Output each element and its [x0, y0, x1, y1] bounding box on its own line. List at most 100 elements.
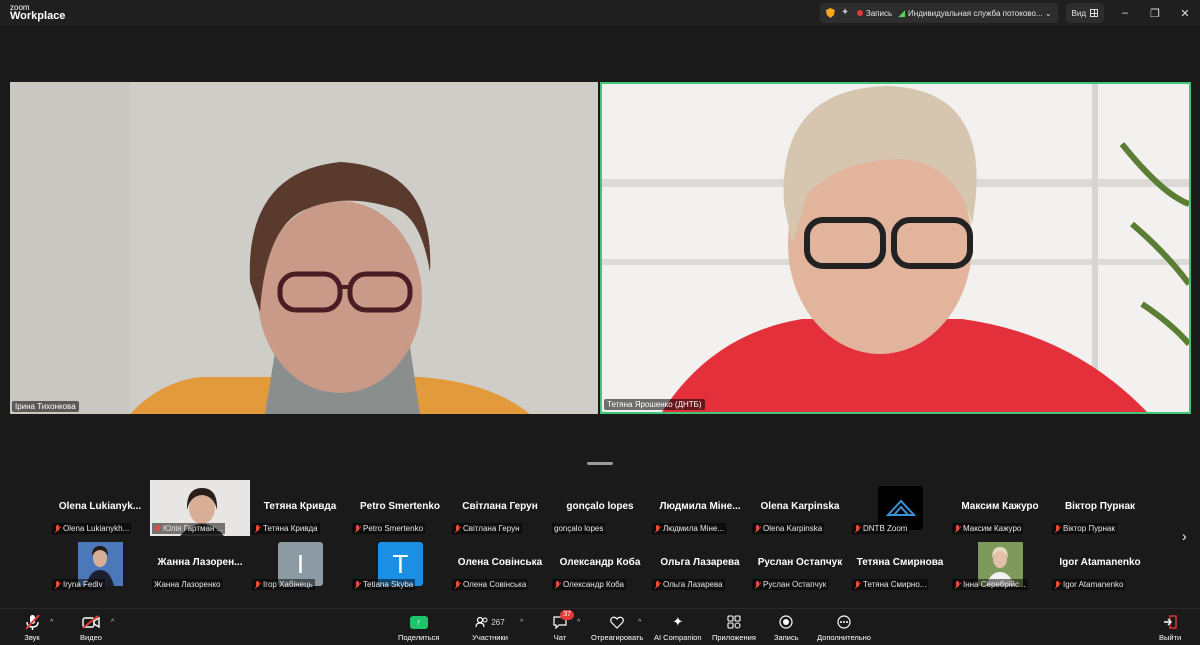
gallery-tile[interactable]: Petro Smertenko Petro Smertenko [350, 480, 450, 536]
share-label: Поделиться [398, 633, 440, 642]
recording-label: Запись [865, 8, 893, 18]
tile-small-name: Olena Lukianykh... [52, 523, 132, 534]
tile-big-name: Тетяна Кривда [263, 501, 337, 512]
tile-name-text: gonçalo lopes [554, 524, 604, 533]
record-icon [776, 613, 796, 631]
tile-name-text: Олена Совінська [463, 580, 527, 589]
audio-options-chevron-up-icon[interactable]: ^ [50, 619, 53, 626]
chat-icon: 37 [550, 610, 574, 631]
participants-icon: 267 [472, 613, 508, 631]
participants-options-chevron-up-icon[interactable]: ^ [520, 619, 523, 626]
ai-sparkle-icon: ✦ [672, 614, 684, 629]
participant-video-right-active-speaker[interactable]: Тетяна Ярошенко (ДНТБ) [600, 82, 1191, 414]
tile-small-name: Інна Серебрійс... [952, 579, 1028, 590]
mic-muted-icon [554, 580, 561, 589]
tile-big-name: Олена Совінська [457, 557, 543, 568]
gallery-tile[interactable]: Жанна Лазорен... Жанна Лазоренко [150, 536, 250, 592]
gallery-tile-video[interactable]: Юлія Гартман ... [150, 480, 250, 536]
gallery-tile[interactable]: Тетяна Кривда Тетяна Кривда [250, 480, 350, 536]
view-button[interactable]: Вид [1065, 3, 1104, 23]
tile-name-text: Tetiana Skyba [363, 580, 414, 589]
tile-small-name: Олена Совінська [452, 579, 529, 590]
tile-name-text: Максим Кажуро [963, 524, 1022, 533]
gallery-tile[interactable]: Olena Lukianyk... Olena Lukianykh... [50, 480, 150, 536]
ai-companion-button[interactable]: ✦ AI Companion [654, 613, 702, 642]
gallery-tile[interactable]: I Ігор Хабінець [250, 536, 350, 592]
gallery-tile[interactable]: Інна Серебрійс... [950, 536, 1050, 592]
video-label: Видео [80, 633, 102, 642]
tile-big-name: Максим Кажуро [961, 501, 1039, 512]
gallery-tile[interactable]: Олена Совінська Олена Совінська [450, 536, 550, 592]
streaming-indicator[interactable]: ◢ Индивидуальная служба потоково... ⌄ [898, 8, 1051, 19]
apps-button[interactable]: Приложения [712, 613, 756, 642]
gallery-tile[interactable]: Igor Atamanenko Igor Atamanenko [1050, 536, 1150, 592]
tile-small-name: Олександр Коба [552, 579, 627, 590]
tile-small-name: Юлія Гартман ... [152, 523, 226, 534]
recording-indicator[interactable]: Запись [856, 8, 893, 18]
record-label: Запись [774, 633, 799, 642]
tile-name-text: Olena Lukianykh... [63, 524, 130, 533]
chat-button[interactable]: 37 Чат [550, 610, 574, 642]
more-button[interactable]: Дополнительно [817, 613, 871, 642]
participant-video-left[interactable]: Ірина Тихонкова [10, 82, 598, 414]
tile-name-text: Olena Karpinska [763, 524, 823, 533]
tile-name-text: Людмила Міне... [663, 524, 725, 533]
camera-off-icon [81, 613, 101, 631]
gallery-tile[interactable]: gonçalo lopes gonçalo lopes [550, 480, 650, 536]
react-options-chevron-up-icon[interactable]: ^ [638, 619, 641, 626]
gallery-tile[interactable]: Людмила Міне... Людмила Міне... [650, 480, 750, 536]
gallery-tile[interactable]: Віктор Пурнак Віктор Пурнак [1050, 480, 1150, 536]
leave-door-icon [1160, 613, 1180, 631]
tile-name-text: Тетяна Смирно... [863, 580, 927, 589]
close-button[interactable]: ✕ [1170, 7, 1200, 20]
restore-button[interactable]: ❐ [1140, 7, 1170, 20]
tile-small-name: Людмила Міне... [652, 523, 727, 534]
gallery-tile[interactable]: Максим Кажуро Максим Кажуро [950, 480, 1050, 536]
participants-button[interactable]: 267 Участники [472, 613, 508, 642]
gallery-tile[interactable]: Ольга Лазарева Ольга Лазарева [650, 536, 750, 592]
status-pill[interactable]: ✦ Запись ◢ Индивидуальная служба потоково… [819, 3, 1058, 23]
resize-handle[interactable] [587, 462, 613, 465]
record-button[interactable]: Запись [774, 613, 799, 642]
react-label: Отреагировать [591, 633, 644, 642]
gallery-tile[interactable]: Світлана Герун Світлана Герун [450, 480, 550, 536]
share-screen-button[interactable]: ↑ Поделиться [398, 613, 439, 642]
gallery-tile[interactable]: T Tetiana Skyba [350, 536, 450, 592]
ai-sparkle-icon[interactable]: ✦ [841, 8, 851, 18]
gallery-tile[interactable]: Тетяна Смирнова Тетяна Смирно... [850, 536, 950, 592]
tile-small-name: Руслан Остапчук [752, 579, 829, 590]
leave-button[interactable]: Выйти [1159, 613, 1181, 642]
tile-small-name: Ольга Лазарева [652, 579, 725, 590]
minimize-button[interactable]: – [1110, 7, 1140, 19]
mic-muted-icon [954, 580, 961, 589]
mic-muted-icon [254, 524, 261, 533]
record-dot-icon [856, 9, 863, 16]
tile-big-name: Олександр Коба [559, 557, 641, 568]
security-shield-icon[interactable] [825, 8, 835, 18]
chat-options-chevron-up-icon[interactable]: ^ [577, 619, 580, 626]
title-bar-right: ✦ Запись ◢ Индивидуальная служба потоково… [819, 0, 1200, 26]
chat-unread-badge: 37 [560, 610, 574, 620]
gallery-tile[interactable]: Олександр Коба Олександр Коба [550, 536, 650, 592]
tile-small-name: gonçalo lopes [552, 523, 606, 534]
mic-muted-icon [54, 580, 61, 589]
video-options-chevron-up-icon[interactable]: ^ [111, 619, 114, 626]
video-button[interactable]: Видео [80, 613, 102, 642]
zoom-window: zoom Workplace ✦ Запись ◢ Индивидуальная … [0, 0, 1200, 645]
tile-big-name: Віктор Пурнак [1064, 501, 1136, 512]
mic-muted-icon [54, 524, 61, 533]
apps-icon [724, 613, 744, 631]
logo-workplace-text: Workplace [10, 10, 66, 22]
gallery-tile[interactable]: Olena Karpinska Olena Karpinska [750, 480, 850, 536]
streaming-label: Индивидуальная служба потоково... [908, 8, 1043, 18]
tile-small-name: Petro Smertenko [352, 523, 426, 534]
react-button[interactable]: Отреагировать [591, 613, 643, 642]
mic-muted-icon [454, 524, 461, 533]
tile-big-name: Igor Atamanenko [1059, 557, 1141, 568]
gallery-tile[interactable]: Iryna Fediv [50, 536, 150, 592]
gallery-next-page-chevron-right-icon[interactable]: › [1182, 528, 1187, 544]
gallery-tile[interactable]: DNTB Zoom [850, 480, 950, 536]
tile-name-text: Тетяна Кривда [263, 524, 318, 533]
gallery-tile[interactable]: Руслан Остапчук Руслан Остапчук [750, 536, 850, 592]
audio-button[interactable]: Звук [22, 613, 42, 642]
